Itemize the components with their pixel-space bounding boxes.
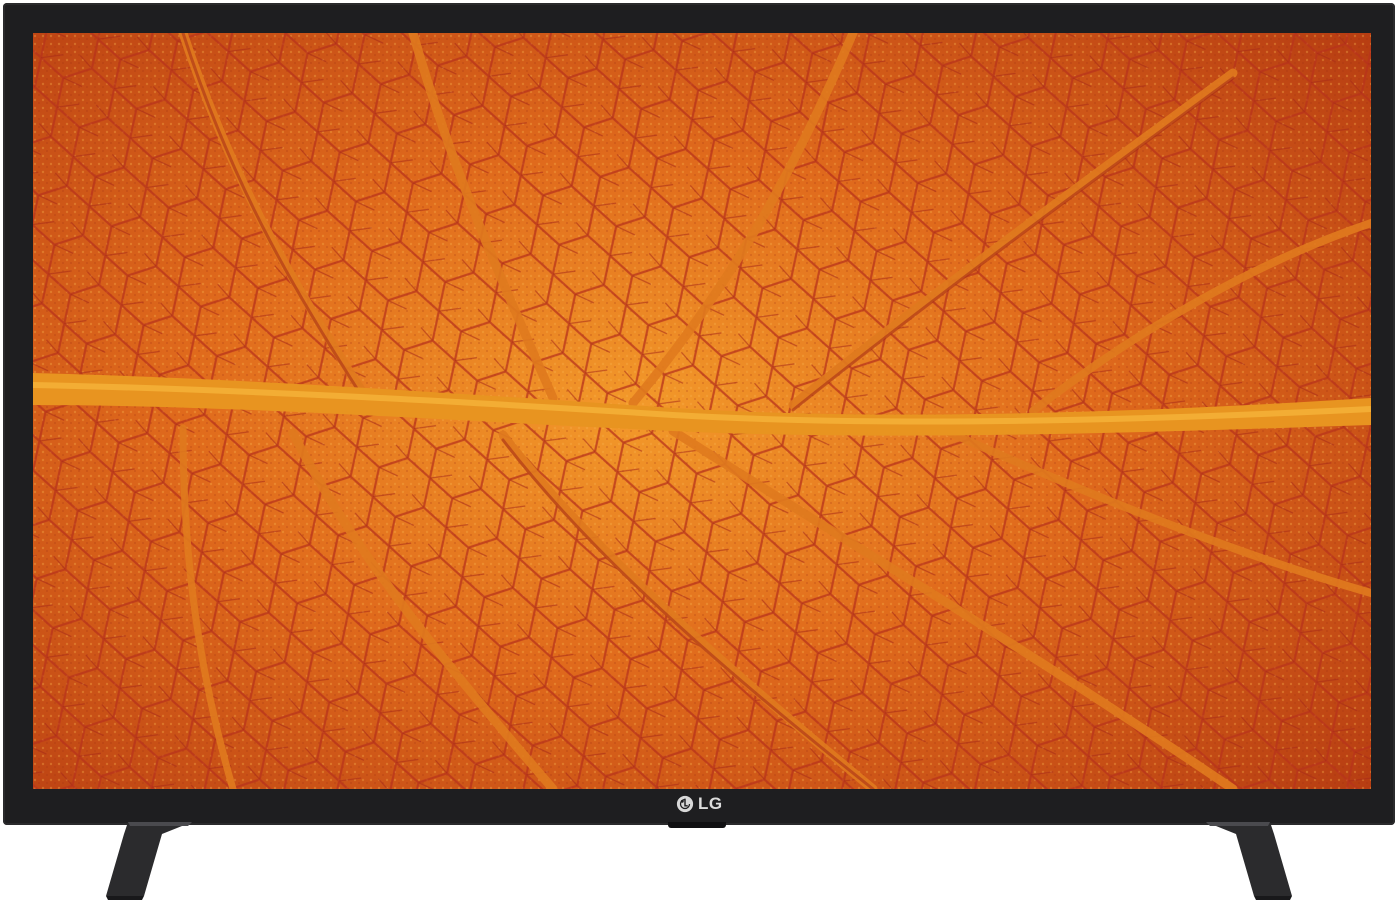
brand-name: LG	[698, 794, 723, 813]
leaf-wallpaper	[33, 33, 1371, 789]
left-stand-foot	[106, 822, 192, 900]
lg-logo-icon	[676, 795, 694, 813]
product-photo: LG	[0, 0, 1398, 900]
tv-bezel	[3, 3, 1395, 825]
brand-logo: LG	[676, 790, 723, 818]
ir-sensor	[668, 822, 726, 828]
tv-screen	[33, 33, 1371, 789]
right-stand-foot	[1206, 822, 1292, 900]
